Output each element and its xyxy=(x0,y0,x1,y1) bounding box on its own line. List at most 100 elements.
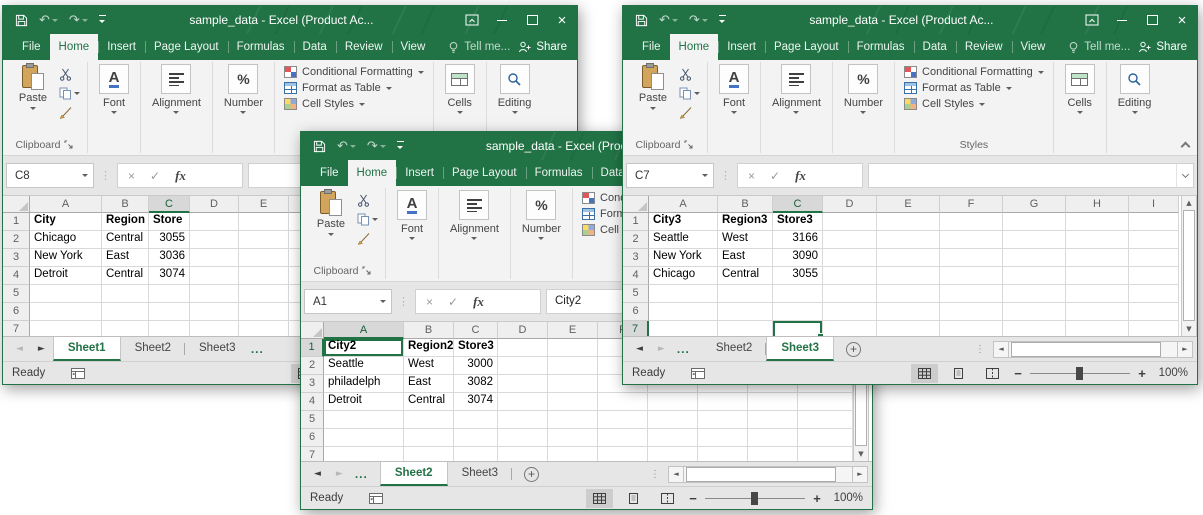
cell-H1[interactable] xyxy=(1066,213,1129,231)
ribbon-tab-formulas[interactable]: Formulas xyxy=(228,34,294,60)
row-header-4[interactable]: 4 xyxy=(3,267,30,285)
ribbon-tab-file[interactable]: File xyxy=(311,160,348,186)
horizontal-scroll-track[interactable] xyxy=(684,466,852,483)
cell-B3[interactable]: East xyxy=(404,375,454,393)
cell-I7[interactable] xyxy=(748,447,798,461)
sheet-nav-forward[interactable]: ► xyxy=(38,344,45,354)
cell-C1[interactable]: Store xyxy=(149,213,190,231)
page-layout-view-button[interactable] xyxy=(620,489,647,508)
ribbon-tab-view[interactable]: View xyxy=(392,34,435,60)
cell-G4[interactable] xyxy=(648,393,698,411)
cell-E2[interactable] xyxy=(548,357,598,375)
name-box[interactable]: C7 xyxy=(626,163,714,188)
redo-dropdown-icon[interactable] xyxy=(702,19,708,25)
cell-G6[interactable] xyxy=(1003,303,1066,321)
editing-group-button[interactable]: Editing xyxy=(1108,60,1162,117)
redo-button[interactable]: ↷ xyxy=(367,140,386,153)
undo-button[interactable]: ↶ xyxy=(659,14,678,27)
cell-D3[interactable] xyxy=(190,249,239,267)
page-break-view-button[interactable] xyxy=(979,364,1006,383)
cell-A6[interactable] xyxy=(324,429,404,447)
undo-button[interactable]: ↶ xyxy=(337,140,356,153)
cell-E2[interactable] xyxy=(239,231,289,249)
alignment-group-button[interactable]: Alignment xyxy=(762,60,831,117)
ribbon-tab-page-layout[interactable]: Page Layout xyxy=(765,34,848,60)
column-header-D[interactable]: D xyxy=(498,322,548,339)
format-as-table-button[interactable]: Format as Table xyxy=(284,82,392,94)
cell-A3[interactable]: New York xyxy=(30,249,102,267)
column-header-A[interactable]: A xyxy=(324,322,404,339)
number-group-button[interactable]: % Number xyxy=(834,60,893,117)
enter-icon[interactable]: ✓ xyxy=(150,170,160,182)
cell-C6[interactable] xyxy=(773,303,823,321)
row-header-2[interactable]: 2 xyxy=(3,231,30,249)
collapse-ribbon-button[interactable] xyxy=(1182,143,1189,150)
cell-A6[interactable] xyxy=(30,303,102,321)
cell-B5[interactable] xyxy=(404,411,454,429)
cell-E4[interactable] xyxy=(548,393,598,411)
title-bar[interactable]: ↶ ↷ sample_data - Excel (Product Ac... × xyxy=(3,6,577,34)
row-header-2[interactable]: 2 xyxy=(301,357,324,375)
cell-C2[interactable]: 3055 xyxy=(149,231,190,249)
enter-icon[interactable]: ✓ xyxy=(770,170,780,182)
cell-C7[interactable] xyxy=(149,321,190,336)
horizontal-scroll-thumb[interactable] xyxy=(686,467,836,482)
paste-button[interactable]: Paste xyxy=(633,63,673,113)
zoom-out-button[interactable]: − xyxy=(1013,366,1023,381)
conditional-formatting-button[interactable]: Conditional Formatting xyxy=(904,66,1044,78)
row-header-4[interactable]: 4 xyxy=(301,393,324,411)
ribbon-display-options-button[interactable] xyxy=(457,6,487,34)
cell-C5[interactable] xyxy=(149,285,190,303)
paste-button[interactable]: Paste xyxy=(311,189,351,239)
column-header-G[interactable]: G xyxy=(1003,196,1066,213)
cell-C5[interactable] xyxy=(773,285,823,303)
cell-D1[interactable] xyxy=(498,339,548,357)
insert-function-icon[interactable]: fx xyxy=(175,170,186,182)
cell-J4[interactable] xyxy=(798,393,853,411)
ribbon-tab-review[interactable]: Review xyxy=(336,34,392,60)
undo-dropdown-icon[interactable] xyxy=(350,145,356,151)
cell-F6[interactable] xyxy=(940,303,1003,321)
ribbon-tab-insert[interactable]: Insert xyxy=(718,34,765,60)
column-header-B[interactable]: B xyxy=(404,322,454,339)
cell-I1[interactable] xyxy=(1129,213,1179,231)
row-header-6[interactable]: 6 xyxy=(301,429,324,447)
cancel-icon[interactable]: × xyxy=(128,170,135,182)
insert-function-icon[interactable]: fx xyxy=(473,296,484,308)
sheet-nav-back[interactable]: ◄ xyxy=(636,344,643,354)
row-header-5[interactable]: 5 xyxy=(3,285,30,303)
select-all-corner[interactable] xyxy=(3,196,30,213)
undo-dropdown-icon[interactable] xyxy=(672,19,678,25)
cell-D1[interactable] xyxy=(190,213,239,231)
select-all-corner[interactable] xyxy=(301,322,324,339)
cell-B7[interactable] xyxy=(718,321,773,336)
cell-E2[interactable] xyxy=(877,231,940,249)
ribbon-tab-insert[interactable]: Insert xyxy=(396,160,443,186)
cell-F4[interactable] xyxy=(598,393,648,411)
cell-C1[interactable]: Store3 xyxy=(454,339,498,357)
cell-J6[interactable] xyxy=(798,429,853,447)
copy-button[interactable] xyxy=(59,85,80,101)
cell-C2[interactable]: 3166 xyxy=(773,231,823,249)
cell-C4[interactable]: 3055 xyxy=(773,267,823,285)
column-header-I[interactable]: I xyxy=(1129,196,1179,213)
cell-D5[interactable] xyxy=(823,285,877,303)
row-header-3[interactable]: 3 xyxy=(3,249,30,267)
cell-A5[interactable] xyxy=(649,285,718,303)
cell-F1[interactable] xyxy=(940,213,1003,231)
sheet-tabs-ellipsis-after[interactable]: ... xyxy=(251,342,264,356)
ribbon-tab-insert[interactable]: Insert xyxy=(98,34,145,60)
sheet-tabs-ellipsis[interactable]: ... xyxy=(355,467,368,481)
cell-F6[interactable] xyxy=(598,429,648,447)
horizontal-scrollbar[interactable]: ◄ ► xyxy=(993,341,1193,358)
cell-C6[interactable] xyxy=(149,303,190,321)
zoom-in-button[interactable]: + xyxy=(1137,366,1147,381)
cell-D7[interactable] xyxy=(190,321,239,336)
ribbon-display-options-button[interactable] xyxy=(1077,6,1107,34)
cell-G5[interactable] xyxy=(648,411,698,429)
save-button[interactable] xyxy=(313,140,326,153)
zoom-level[interactable]: 100% xyxy=(829,492,863,504)
cell-D4[interactable] xyxy=(190,267,239,285)
cell-H7[interactable] xyxy=(1066,321,1129,336)
insert-function-icon[interactable]: fx xyxy=(795,170,806,182)
